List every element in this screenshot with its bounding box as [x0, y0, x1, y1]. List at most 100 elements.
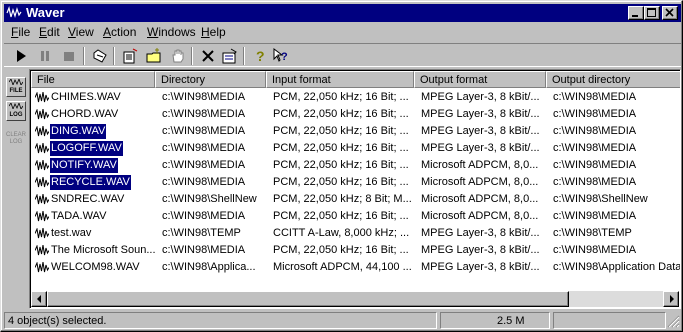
- menu-view[interactable]: View: [68, 23, 94, 42]
- table-row[interactable]: The Microsoft Soun... c:\WIN98\MEDIA PCM, …: [31, 242, 680, 259]
- menu-help-label: elp: [209, 25, 226, 39]
- row-output-format: MPEG Layer-3, 8 kBit/...: [421, 142, 540, 154]
- title-bar[interactable]: Waver: [4, 4, 681, 22]
- arrow-left-icon: [37, 295, 41, 303]
- menu-edit[interactable]: Edit: [39, 23, 60, 42]
- status-selection: 4 object(s) selected.: [4, 312, 437, 329]
- menu-edit-label: dit: [47, 25, 60, 39]
- row-output-directory: c:\WIN98\MEDIA: [553, 210, 637, 222]
- row-output-format: Microsoft ADPCM, 8,0...: [421, 176, 539, 188]
- play-button[interactable]: [10, 46, 32, 66]
- row-directory: c:\WIN98\Applica...: [162, 261, 256, 273]
- menu-action[interactable]: Action: [103, 23, 136, 42]
- add-folder-button[interactable]: [143, 46, 165, 66]
- row-output-format: MPEG Layer-3, 8 kBit/...: [421, 244, 540, 256]
- scroll-left-button[interactable]: [31, 291, 47, 307]
- open-icon: [93, 49, 107, 63]
- row-directory: c:\WIN98\MEDIA: [162, 244, 246, 256]
- row-file-cell[interactable]: test.wav: [35, 225, 155, 242]
- row-file-name: CHIMES.WAV: [51, 91, 121, 103]
- row-input-format: PCM, 22,050 kHz; 16 Bit; ...: [273, 125, 409, 137]
- table-row[interactable]: TADA.WAV c:\WIN98\MEDIA PCM, 22,050 kHz; 1…: [31, 208, 680, 225]
- file-rows: CHIMES.WAV c:\WIN98\MEDIA PCM, 22,050 kHz;…: [30, 88, 680, 291]
- menu-windows-label: indows: [158, 25, 196, 39]
- table-row[interactable]: CHORD.WAV c:\WIN98\MEDIA PCM, 22,050 kHz; …: [31, 106, 680, 123]
- menu-windows[interactable]: Windows: [147, 23, 196, 42]
- resize-grip-icon[interactable]: [667, 315, 680, 328]
- row-file-name: DING.WAV: [50, 124, 107, 139]
- row-output-directory: c:\WIN98\MEDIA: [553, 142, 637, 154]
- table-row[interactable]: WELCOM98.WAV c:\WIN98\Applica... Microsoft…: [31, 259, 680, 276]
- context-help-button[interactable]: ?: [270, 46, 292, 66]
- status-bar: 4 object(s) selected. 2.5 M: [4, 312, 681, 330]
- row-output-directory: c:\WIN98\MEDIA: [553, 125, 637, 137]
- log-tab-button[interactable]: LOG: [6, 101, 26, 121]
- pause-icon: [41, 51, 49, 61]
- open-button[interactable]: [89, 46, 111, 66]
- menu-file[interactable]: File: [11, 23, 30, 42]
- row-file-cell[interactable]: CHIMES.WAV: [35, 89, 155, 106]
- row-file-name: test.wav: [51, 227, 92, 239]
- table-row[interactable]: SNDREC.WAV c:\WIN98\ShellNew PCM, 22,050 k…: [31, 191, 680, 208]
- row-output-directory: c:\WIN98\ShellNew: [553, 193, 648, 205]
- menu-help[interactable]: Help: [201, 23, 226, 42]
- wave-file-icon: [35, 228, 49, 239]
- menu-windows-accel: W: [147, 25, 159, 39]
- column-header-output-format[interactable]: Output format: [414, 71, 546, 88]
- column-header-file[interactable]: File: [31, 71, 155, 88]
- table-row[interactable]: DING.WAV c:\WIN98\MEDIA PCM, 22,050 kHz; 1…: [31, 123, 680, 140]
- row-file-cell[interactable]: SNDREC.WAV: [35, 191, 155, 208]
- file-list[interactable]: File Directory Input format Output forma…: [29, 69, 681, 309]
- table-row[interactable]: RECYCLE.WAV c:\WIN98\MEDIA PCM, 22,050 kHz…: [31, 174, 680, 191]
- row-file-name: TADA.WAV: [51, 210, 107, 222]
- row-output-format: Microsoft ADPCM, 8,0...: [421, 210, 539, 222]
- column-header-input-format[interactable]: Input format: [266, 71, 414, 88]
- stop-button[interactable]: [58, 46, 80, 66]
- row-file-name: RECYCLE.WAV: [50, 175, 131, 190]
- close-button[interactable]: [662, 6, 678, 20]
- row-output-directory: c:\WIN98\MEDIA: [553, 244, 637, 256]
- file-tab-label: FILE: [9, 88, 23, 94]
- properties-button[interactable]: [219, 46, 241, 66]
- row-file-cell[interactable]: The Microsoft Soun...: [35, 242, 155, 259]
- row-file-cell[interactable]: NOTIFY.WAV: [35, 157, 155, 174]
- file-tab-button[interactable]: FILE: [6, 77, 26, 97]
- row-output-format: MPEG Layer-3, 8 kBit/...: [421, 91, 540, 103]
- column-header-output-directory[interactable]: Output directory: [546, 71, 680, 88]
- row-input-format: Microsoft ADPCM, 44,100 ...: [273, 261, 412, 273]
- row-file-cell[interactable]: RECYCLE.WAV: [35, 174, 155, 191]
- wave-file-icon: [35, 211, 49, 222]
- properties-icon: [222, 48, 237, 64]
- minimize-button[interactable]: [628, 6, 644, 20]
- hand-button[interactable]: [167, 46, 189, 66]
- waver-app-icon[interactable]: [6, 5, 22, 21]
- menu-action-label: ction: [111, 25, 137, 39]
- table-row[interactable]: NOTIFY.WAV c:\WIN98\MEDIA PCM, 22,050 kHz;…: [31, 157, 680, 174]
- table-row[interactable]: LOGOFF.WAV c:\WIN98\MEDIA PCM, 22,050 kHz;…: [31, 140, 680, 157]
- help-button[interactable]: ?: [249, 46, 271, 66]
- horizontal-scrollbar[interactable]: [31, 291, 679, 307]
- pause-button[interactable]: [34, 46, 56, 66]
- window-title: Waver: [26, 5, 65, 20]
- row-input-format: PCM, 22,050 kHz; 8 Bit; M...: [273, 193, 412, 205]
- row-file-cell[interactable]: WELCOM98.WAV: [35, 259, 155, 276]
- table-row[interactable]: CHIMES.WAV c:\WIN98\MEDIA PCM, 22,050 kHz;…: [31, 89, 680, 106]
- row-output-format: MPEG Layer-3, 8 kBit/...: [421, 125, 540, 137]
- add-files-button[interactable]: [119, 46, 141, 66]
- scrollbar-thumb[interactable]: [47, 291, 569, 307]
- clear-log-button[interactable]: CLEAR LOG: [6, 131, 26, 147]
- table-row[interactable]: test.wav c:\WIN98\TEMP CCITT A-Law, 8,000 …: [31, 225, 680, 242]
- menu-view-label: iew: [75, 25, 94, 39]
- row-file-cell[interactable]: TADA.WAV: [35, 208, 155, 225]
- row-output-format: Microsoft ADPCM, 8,0...: [421, 193, 539, 205]
- play-icon: [17, 50, 26, 62]
- row-file-cell[interactable]: LOGOFF.WAV: [35, 140, 155, 157]
- row-input-format: CCITT A-Law, 8,000 kHz; ...: [273, 227, 410, 239]
- scroll-right-button[interactable]: [663, 291, 679, 307]
- column-header-directory[interactable]: Directory: [155, 71, 266, 88]
- row-file-cell[interactable]: CHORD.WAV: [35, 106, 155, 123]
- row-file-cell[interactable]: DING.WAV: [35, 123, 155, 140]
- maximize-button[interactable]: [644, 6, 660, 20]
- hand-icon: [172, 49, 184, 63]
- delete-button[interactable]: [197, 46, 219, 66]
